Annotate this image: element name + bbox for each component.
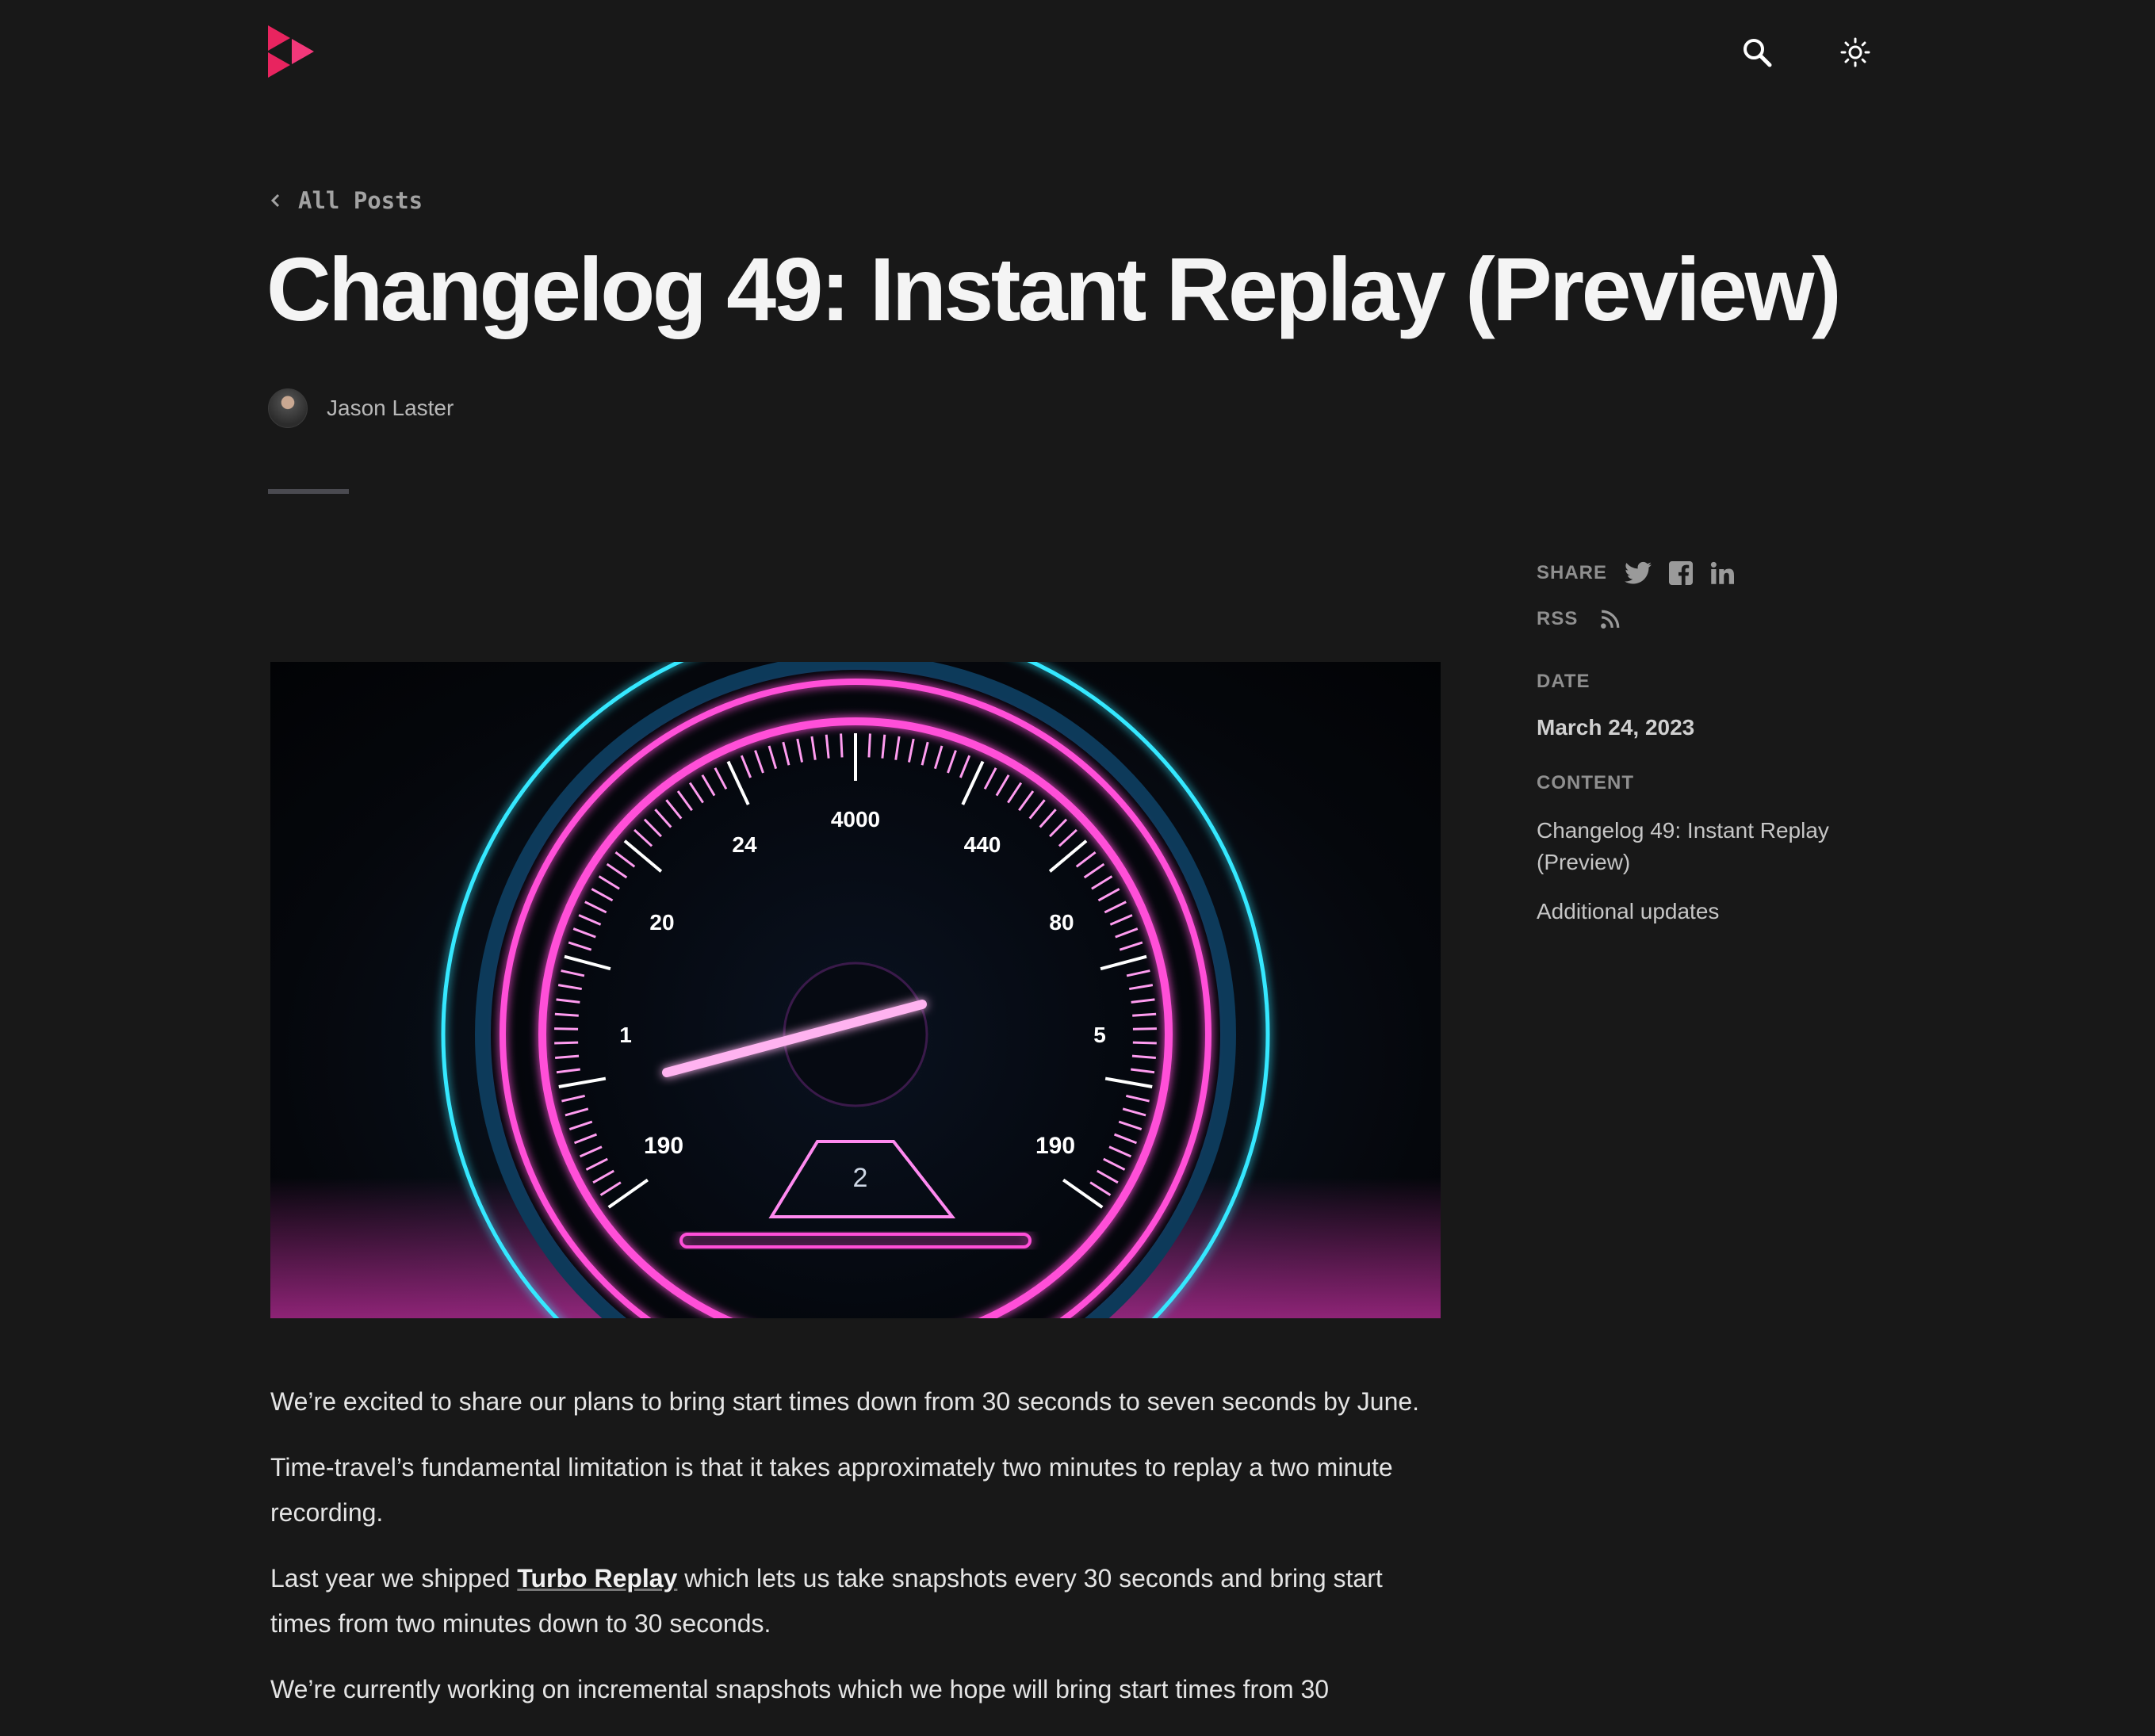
twitter-icon	[1625, 561, 1652, 584]
speedometer-illustration: 4000 24 440 20 80 1 5 190 190 2	[270, 662, 1441, 1318]
theme-toggle-button[interactable]	[1832, 29, 1879, 76]
toc-item-additional-updates[interactable]: Additional updates	[1537, 896, 1917, 927]
gauge-tick	[554, 1012, 579, 1017]
content-label: CONTENT	[1537, 772, 1634, 793]
gauge-tick	[867, 733, 871, 758]
paragraph: We’re excited to share our plans to brin…	[270, 1387, 1420, 1416]
replay-logo[interactable]	[268, 25, 316, 78]
hero-image: 4000 24 440 20 80 1 5 190 190 2	[270, 662, 1441, 1318]
linkedin-icon	[1710, 561, 1735, 584]
gauge-label-lower-right: 190	[1035, 1133, 1075, 1159]
search-icon	[1744, 39, 1772, 67]
author-byline: Jason Laster	[268, 388, 454, 428]
toc-item-changelog-49[interactable]: Changelog 49: Instant Replay (Preview)	[1537, 815, 1917, 878]
gauge-label-upper-right: 440	[964, 832, 1001, 857]
share-facebook-button[interactable]	[1669, 561, 1694, 585]
search-button[interactable]	[1733, 29, 1781, 76]
facebook-icon	[1669, 561, 1694, 585]
paragraph: We’re currently working on incremental s…	[270, 1675, 1330, 1703]
gauge-tick	[1132, 1012, 1157, 1017]
paragraph: Last year we shipped Turbo Replay which …	[270, 1556, 1444, 1646]
gauge-label-lower-left: 190	[644, 1133, 683, 1159]
sun-icon	[1840, 37, 1870, 67]
gauge-label-left: 20	[649, 910, 674, 935]
gauge-label-right: 80	[1049, 910, 1074, 935]
title-divider	[268, 489, 349, 494]
article-body: We’re excited to share our plans to brin…	[270, 1379, 1444, 1733]
share-twitter-button[interactable]	[1625, 561, 1652, 585]
paragraph: Time-travel’s fundamental limitation is …	[270, 1453, 1393, 1527]
paragraph-text: Last year we shipped	[270, 1564, 518, 1593]
author-avatar	[268, 388, 308, 428]
date-label: DATE	[1537, 671, 1590, 692]
post-sidebar: SHARE RSS DATE March 24, 2023 CONTENT Ch…	[1537, 555, 1917, 927]
gauge-tick	[1132, 1041, 1157, 1045]
share-row: SHARE	[1537, 555, 1917, 591]
chevron-left-icon	[270, 193, 280, 208]
author-name[interactable]: Jason Laster	[327, 396, 454, 421]
post-title: Changelog 49: Instant Replay (Preview)	[266, 239, 1842, 339]
gauge-tick	[840, 733, 844, 758]
page: All Posts Changelog 49: Instant Replay (…	[0, 0, 2155, 1736]
gear-label: 2	[853, 1163, 868, 1193]
rss-icon	[1601, 610, 1620, 629]
gauge-tick	[554, 1027, 579, 1031]
publish-date: March 24, 2023	[1537, 715, 1695, 740]
gauge-tick	[554, 1041, 579, 1045]
gauge-label-top: 4000	[831, 807, 880, 832]
share-label: SHARE	[1537, 562, 1608, 583]
rss-label: RSS	[1537, 608, 1579, 629]
gauge-label-mid-right: 5	[1093, 1023, 1106, 1047]
gauge-label-mid-left: 1	[619, 1023, 632, 1047]
gauge-label-upper-left: 24	[732, 832, 757, 857]
turbo-replay-link[interactable]: Turbo Replay	[517, 1564, 677, 1593]
rss-feed-button[interactable]	[1600, 609, 1621, 629]
all-posts-link[interactable]: All Posts	[270, 187, 423, 214]
all-posts-label: All Posts	[298, 187, 423, 214]
gauge-tick	[1132, 1027, 1157, 1031]
share-linkedin-button[interactable]	[1710, 561, 1735, 585]
rss-row: RSS	[1537, 601, 1917, 637]
